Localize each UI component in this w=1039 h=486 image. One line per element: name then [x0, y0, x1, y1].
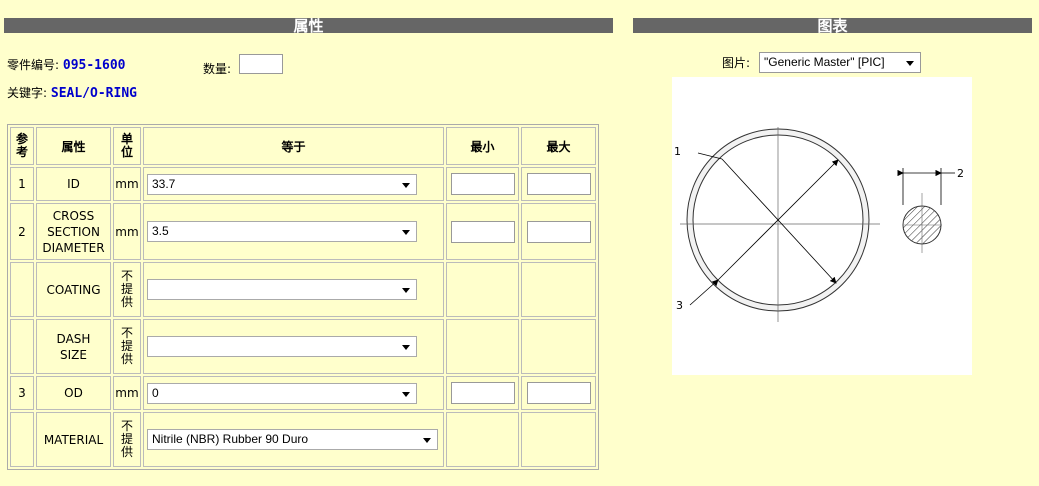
material-select-value: Nitrile (NBR) Rubber 90 Duro	[152, 432, 309, 446]
row-attribute: CROSS SECTION DIAMETER	[36, 203, 111, 260]
equal-select-value: 3.5	[152, 224, 169, 238]
row-min-cell	[446, 167, 519, 201]
row-min-cell	[446, 319, 519, 374]
equal-select[interactable]	[147, 336, 417, 357]
row-attribute: COATING	[36, 262, 111, 317]
chevron-down-icon	[402, 391, 410, 397]
part-number-value: 095-1600	[62, 58, 126, 73]
row-min-cell	[446, 203, 519, 260]
min-input[interactable]	[450, 173, 515, 195]
row-equal-cell: 0	[143, 376, 444, 410]
equal-select[interactable]: 3.5	[147, 221, 417, 242]
row-unit: mm	[113, 376, 141, 410]
equal-select[interactable]	[147, 279, 417, 300]
keyword-label: 关键字:	[7, 86, 48, 100]
equal-select-value: 33.7	[152, 176, 176, 191]
col-equal-header: 等于	[143, 127, 444, 165]
chevron-down-icon	[402, 182, 410, 188]
table-row: COATING 不提供	[10, 262, 596, 317]
row-unit: 不提供	[113, 262, 141, 317]
picture-label: 图片:	[722, 56, 751, 70]
table-header-row: 参考 属性 单位 等于 最小 最大	[10, 127, 596, 165]
min-input[interactable]	[450, 220, 515, 243]
chevron-down-icon	[402, 288, 410, 293]
attributes-header: 属性	[4, 18, 613, 33]
row-unit: mm	[113, 203, 141, 260]
min-input[interactable]	[450, 382, 515, 404]
chevron-down-icon	[402, 345, 410, 350]
max-input[interactable]	[526, 382, 591, 404]
chevron-down-icon	[402, 230, 410, 235]
row-ref: 1	[10, 167, 34, 201]
row-unit: 不提供	[113, 412, 141, 467]
row-attribute: ID	[36, 167, 111, 201]
row-ref	[10, 262, 34, 317]
diagram-header: 图表	[633, 18, 1032, 33]
row-max-cell	[521, 319, 596, 374]
max-input[interactable]	[526, 220, 591, 243]
o-ring-diagram: 1 3 2	[672, 77, 972, 375]
table-row: 2 CROSS SECTION DIAMETER mm 3.5	[10, 203, 596, 260]
row-unit: 不提供	[113, 319, 141, 374]
part-number-label: 零件编号:	[7, 58, 60, 72]
col-attribute-header: 属性	[36, 127, 111, 165]
label-3: 3	[676, 299, 683, 312]
col-min-header: 最小	[446, 127, 519, 165]
row-equal-cell	[143, 262, 444, 317]
row-attribute: OD	[36, 376, 111, 410]
o-ring-drawing: 1 3 2	[674, 127, 964, 322]
max-input[interactable]	[526, 173, 591, 195]
row-max-cell	[521, 262, 596, 317]
row-attribute: MATERIAL	[36, 412, 111, 467]
col-ref-header: 参考	[10, 127, 34, 165]
equal-select[interactable]: 33.7	[147, 173, 417, 195]
row-max-cell	[521, 167, 596, 201]
row-unit: mm	[113, 167, 141, 201]
row-min-cell	[446, 412, 519, 467]
row-equal-cell: Nitrile (NBR) Rubber 90 Duro	[143, 412, 444, 467]
table-row: 3 OD mm 0	[10, 376, 596, 410]
keyword-row: 关键字: SEAL/O-RING	[7, 84, 137, 101]
row-max-cell	[521, 376, 596, 410]
equal-select[interactable]: 0	[147, 382, 417, 404]
keyword-value: SEAL/O-RING	[50, 86, 137, 101]
equal-select-value: 0	[152, 385, 159, 400]
label-1: 1	[674, 145, 681, 158]
col-unit-header: 单位	[113, 127, 141, 165]
leader-3	[689, 279, 719, 306]
row-ref: 2	[10, 203, 34, 260]
row-ref: 3	[10, 376, 34, 410]
label-2: 2	[957, 167, 964, 180]
chevron-down-icon	[906, 61, 914, 66]
row-max-cell	[521, 412, 596, 467]
table-row: MATERIAL 不提供 Nitrile (NBR) Rubber 90 Dur…	[10, 412, 596, 467]
attributes-table: 参考 属性 单位 等于 最小 最大 1 ID mm 33.7 2 CROSS S…	[7, 124, 599, 470]
row-ref	[10, 319, 34, 374]
quantity-input[interactable]	[239, 54, 283, 74]
row-max-cell	[521, 203, 596, 260]
row-equal-cell: 3.5	[143, 203, 444, 260]
row-min-cell	[446, 376, 519, 410]
col-max-header: 最大	[521, 127, 596, 165]
chevron-down-icon	[423, 438, 431, 443]
part-number-row: 零件编号: 095-1600	[7, 56, 126, 73]
table-row: DASH SIZE 不提供	[10, 319, 596, 374]
picture-select[interactable]: "Generic Master" [PIC]	[759, 52, 921, 73]
quantity-label: 数量:	[203, 62, 232, 76]
row-equal-cell	[143, 319, 444, 374]
material-select[interactable]: Nitrile (NBR) Rubber 90 Duro	[147, 429, 438, 450]
picture-select-value: "Generic Master" [PIC]	[764, 55, 885, 69]
row-equal-cell: 33.7	[143, 167, 444, 201]
row-ref	[10, 412, 34, 467]
table-row: 1 ID mm 33.7	[10, 167, 596, 201]
row-attribute: DASH SIZE	[36, 319, 111, 374]
row-min-cell	[446, 262, 519, 317]
